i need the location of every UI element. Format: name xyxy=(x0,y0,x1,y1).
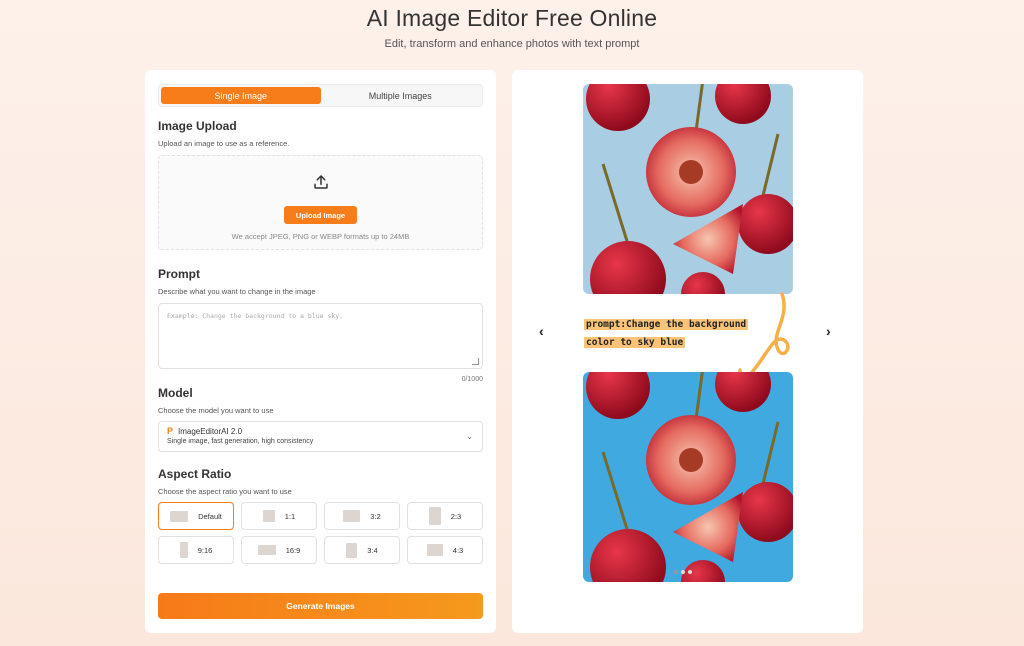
prompt-title: Prompt xyxy=(158,267,200,281)
ratio-label: Default xyxy=(198,511,222,521)
ratio-option-4-3[interactable]: 4:3 xyxy=(407,536,483,564)
ratio-label: 4:3 xyxy=(452,545,464,555)
editor-panel: Single Image Multiple Images Image Uploa… xyxy=(145,70,496,633)
upload-dropzone[interactable]: Upload Image We accept JPEG, PNG or WEBP… xyxy=(158,155,483,250)
ratio-option-16-9[interactable]: 16:9 xyxy=(241,536,317,564)
tab-single-image[interactable]: Single Image xyxy=(161,87,321,104)
ratio-shape-icon xyxy=(428,507,441,525)
upload-title: Image Upload xyxy=(158,119,237,133)
model-name: ImageEditorAI 2.0 xyxy=(178,426,243,436)
model-description: Single image, fast generation, high cons… xyxy=(167,438,314,445)
ratio-label: 3:2 xyxy=(370,511,381,521)
carousel-dot[interactable] xyxy=(674,570,678,574)
before-image xyxy=(583,84,793,294)
annotation-line-2: color to sky blue xyxy=(584,337,686,348)
prompt-char-counter: 0/1000 xyxy=(461,376,483,383)
resize-handle[interactable] xyxy=(472,358,479,365)
chevron-down-icon: ⌄ xyxy=(466,432,473,441)
page-title: AI Image Editor Free Online xyxy=(366,5,658,31)
carousel-next-button[interactable]: › xyxy=(826,323,831,339)
ratio-shape-icon xyxy=(170,510,189,522)
ratio-shape-icon xyxy=(426,544,443,556)
upload-icon xyxy=(312,173,330,196)
prompt-section: Prompt Describe what you want to change … xyxy=(158,267,483,383)
ratio-option-3-4[interactable]: 3:4 xyxy=(324,536,400,564)
model-logo-icon: P xyxy=(167,426,174,436)
tab-multiple-images[interactable]: Multiple Images xyxy=(321,87,481,104)
aspect-ratio-grid: Default 1:1 3:2 2:3 9:16 16:9 3:4 4:3 xyxy=(158,502,483,564)
ratio-label: 16:9 xyxy=(285,545,301,555)
aspect-subtitle: Choose the aspect ratio you want to use xyxy=(158,487,292,496)
model-subtitle: Choose the model you want to use xyxy=(158,406,274,415)
prompt-placeholder: Example: Change the background to a blue… xyxy=(167,312,344,320)
carousel-dot[interactable] xyxy=(688,570,692,574)
upload-format-note: We accept JPEG, PNG or WEBP formats up t… xyxy=(231,232,410,241)
ratio-option-3-2[interactable]: 3:2 xyxy=(324,502,400,530)
after-image xyxy=(583,372,793,582)
ratio-label: 9:16 xyxy=(197,545,213,555)
annotation-line-1: prompt:Change the background xyxy=(584,319,749,330)
prompt-subtitle: Describe what you want to change in the … xyxy=(158,287,316,296)
ratio-shape-icon xyxy=(262,510,275,522)
model-section: Model Choose the model you want to use P… xyxy=(158,386,483,452)
aspect-section: Aspect Ratio Choose the aspect ratio you… xyxy=(158,467,483,564)
mode-tabs: Single Image Multiple Images xyxy=(158,84,483,107)
aspect-title: Aspect Ratio xyxy=(158,467,232,481)
ratio-option-default[interactable]: Default xyxy=(158,502,234,530)
preview-panel: ‹ › prompt:Change the background color t… xyxy=(512,70,863,633)
ratio-option-9-16[interactable]: 9:16 xyxy=(158,536,234,564)
prompt-input[interactable]: Example: Change the background to a blue… xyxy=(158,303,483,369)
upload-subtitle: Upload an image to use as a reference. xyxy=(158,139,290,148)
upload-section: Image Upload Upload an image to use as a… xyxy=(158,119,483,250)
ratio-label: 2:3 xyxy=(450,511,462,521)
ratio-option-1-1[interactable]: 1:1 xyxy=(241,502,317,530)
page-subtitle: Edit, transform and enhance photos with … xyxy=(384,38,640,50)
carousel-prev-button[interactable]: ‹ xyxy=(539,323,544,339)
ratio-shape-icon xyxy=(343,510,361,522)
ratio-shape-icon xyxy=(179,542,188,558)
ratio-label: 3:4 xyxy=(367,545,378,555)
upload-image-button[interactable]: Upload Image xyxy=(283,206,358,224)
hero: AI Image Editor Free Online Edit, transf… xyxy=(0,0,1024,50)
ratio-label: 1:1 xyxy=(284,511,296,521)
carousel-dot[interactable] xyxy=(681,570,685,574)
model-title: Model xyxy=(158,386,193,400)
model-select[interactable]: P ImageEditorAI 2.0 Single image, fast g… xyxy=(158,421,483,452)
generate-images-button[interactable]: Generate Images xyxy=(158,593,483,619)
ratio-shape-icon xyxy=(257,545,276,555)
ratio-option-2-3[interactable]: 2:3 xyxy=(407,502,483,530)
carousel-dots xyxy=(674,570,692,574)
ratio-shape-icon xyxy=(346,542,358,558)
